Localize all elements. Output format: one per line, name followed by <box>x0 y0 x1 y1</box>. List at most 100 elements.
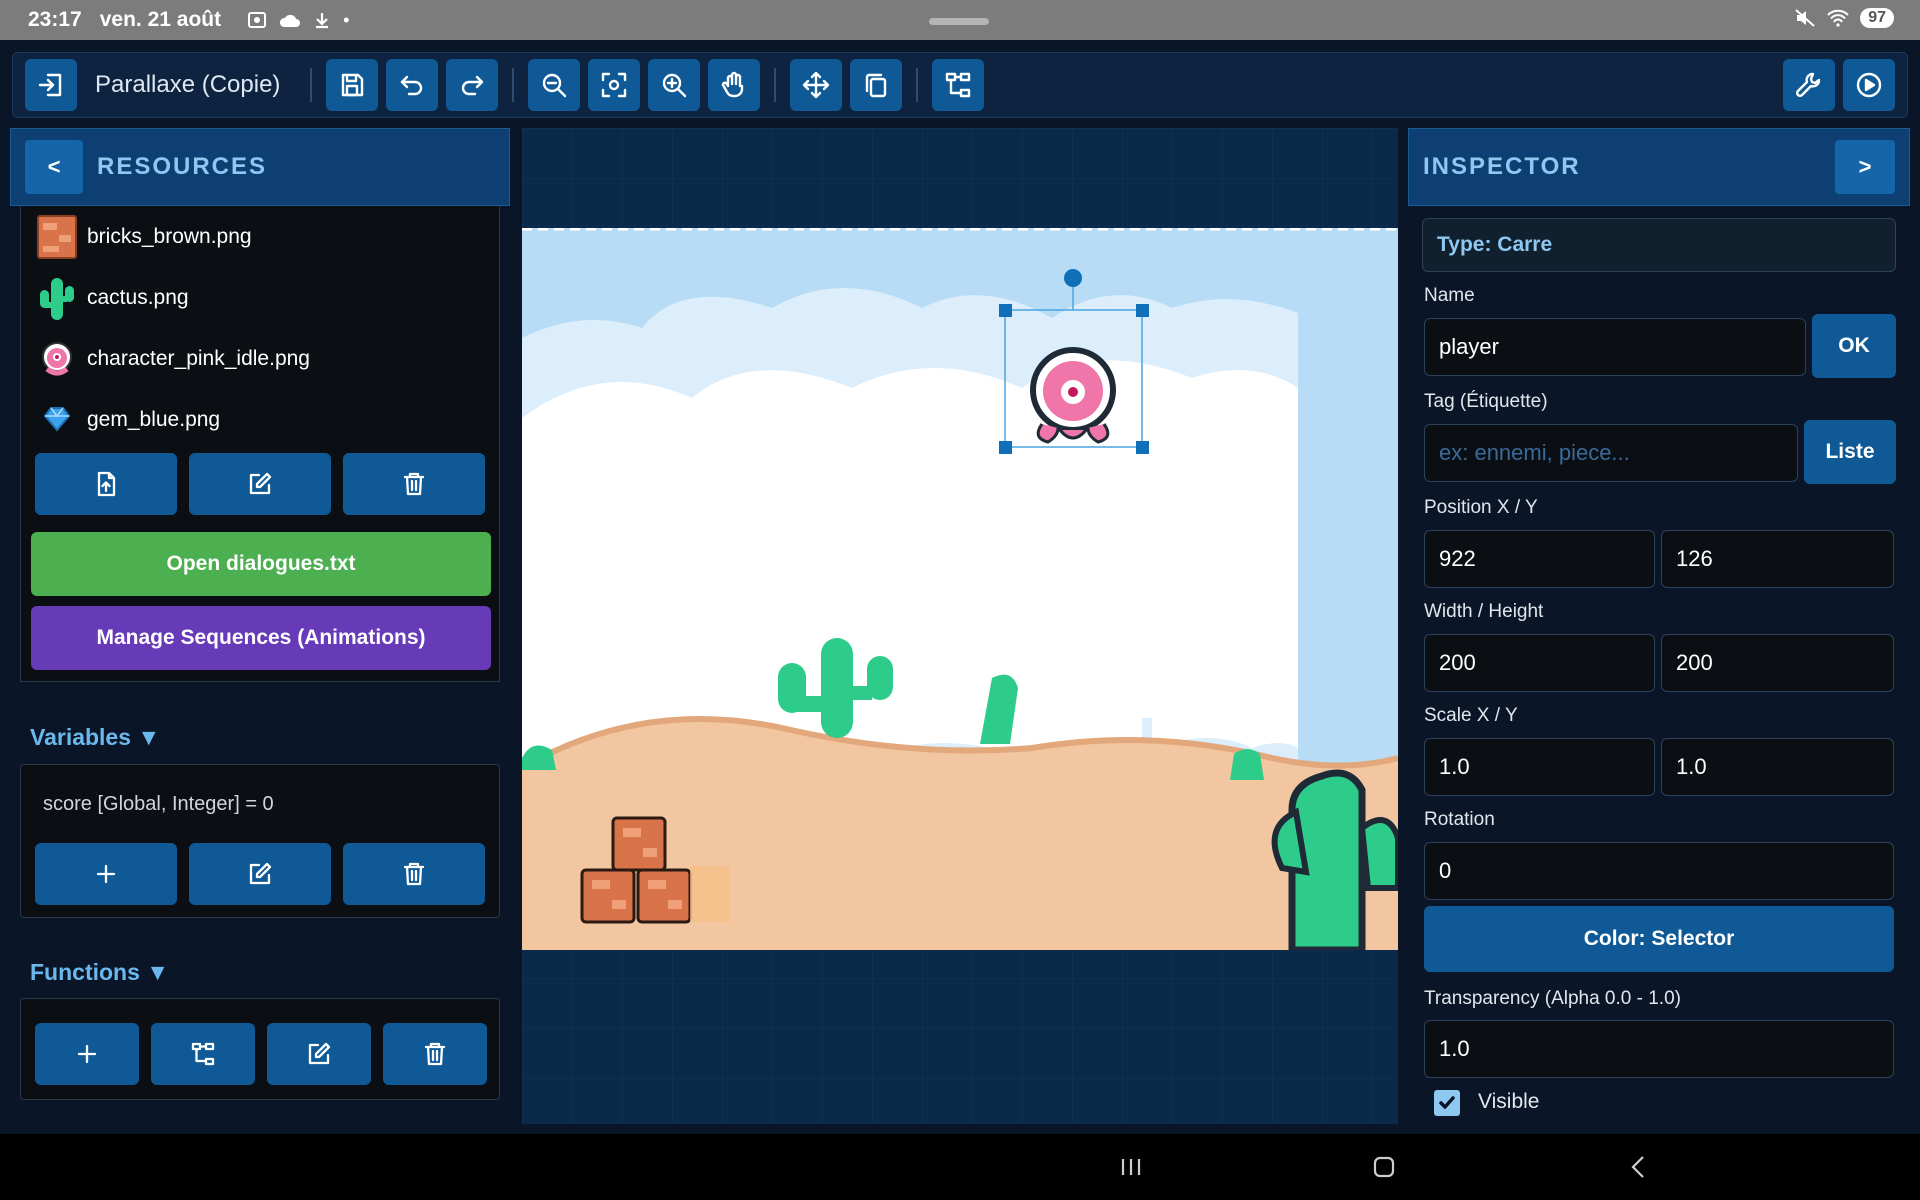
resource-item[interactable]: bricks_brown.png <box>21 206 499 267</box>
resources-panel: < RESOURCES bricks_brown.png cactus.png … <box>10 128 510 1124</box>
plus-icon <box>96 864 116 884</box>
redo-button[interactable] <box>446 59 499 111</box>
scale-y-field[interactable]: 1.0 <box>1661 738 1894 796</box>
name-field[interactable]: player <box>1424 318 1806 376</box>
tag-field[interactable]: ex: ennemi, piece... <box>1424 424 1798 482</box>
zoom-out-button[interactable] <box>528 59 581 111</box>
exit-button[interactable] <box>25 59 77 111</box>
toolbar-divider <box>916 68 919 102</box>
status-notification-icons: • <box>247 10 349 31</box>
status-date: ven. 21 août <box>99 8 222 31</box>
delete-resource-button[interactable] <box>343 453 485 515</box>
bricks-thumbnail-icon <box>37 214 77 259</box>
resize-handle-bottom-right[interactable] <box>1136 441 1149 454</box>
manage-sequences-button[interactable]: Manage Sequences (Animations) <box>31 606 491 670</box>
settings-button[interactable] <box>1783 59 1835 111</box>
hierarchy-button[interactable] <box>932 59 985 111</box>
resource-item[interactable]: cactus.png <box>21 267 499 328</box>
gem-thumbnail-icon <box>37 398 77 442</box>
import-resource-button[interactable] <box>35 453 177 515</box>
hierarchy-icon <box>191 1042 215 1066</box>
variable-actions <box>35 843 485 905</box>
name-ok-button[interactable]: OK <box>1812 314 1896 378</box>
editor-toolbar: Parallaxe (Copie) <box>12 52 1908 118</box>
resource-item[interactable]: character_pink_idle.png <box>21 328 499 389</box>
edit-resource-button[interactable] <box>189 453 331 515</box>
name-label: Name <box>1424 285 1475 306</box>
play-button[interactable] <box>1843 59 1895 111</box>
functions-box <box>20 998 500 1100</box>
width-field[interactable]: 200 <box>1424 634 1655 692</box>
delete-function-button[interactable] <box>383 1023 487 1085</box>
color-selector-button[interactable]: Color: Selector <box>1424 906 1894 972</box>
redo-icon <box>462 75 484 96</box>
drag-handle[interactable] <box>929 18 989 25</box>
trash-icon <box>403 862 425 886</box>
zoom-in-button[interactable] <box>648 59 701 111</box>
visible-label: Visible <box>1478 1090 1540 1113</box>
move-icon <box>803 71 830 99</box>
resources-list-box: bricks_brown.png cactus.png character_pi… <box>20 206 500 682</box>
tag-list-button[interactable]: Liste <box>1804 420 1896 484</box>
move-button[interactable] <box>790 59 843 111</box>
open-dialogues-button[interactable]: Open dialogues.txt <box>31 532 491 596</box>
player-sprite[interactable] <box>1030 347 1116 444</box>
edit-variable-button[interactable] <box>189 843 331 905</box>
recent-apps-button[interactable] <box>1117 1153 1145 1181</box>
resize-handle-bottom-left[interactable] <box>999 441 1012 454</box>
download-icon <box>316 13 329 29</box>
character-thumbnail-icon <box>37 337 77 381</box>
resize-handle-top-right[interactable] <box>1136 304 1149 317</box>
resources-title: RESOURCES <box>97 153 268 180</box>
back-button[interactable] <box>1625 1153 1653 1181</box>
inspector-title: INSPECTOR <box>1423 153 1581 180</box>
undo-button[interactable] <box>386 59 439 111</box>
rotation-label: Rotation <box>1424 809 1495 830</box>
scene-canvas[interactable] <box>522 128 1398 1124</box>
duplicate-button[interactable] <box>850 59 903 111</box>
function-graph-button[interactable] <box>151 1023 255 1085</box>
zoom-out-icon <box>543 73 567 98</box>
variable-item[interactable]: score [Global, Integer] = 0 <box>21 765 499 816</box>
zoom-fit-button[interactable] <box>588 59 641 111</box>
function-actions <box>35 1023 487 1085</box>
resize-handle-top-left[interactable] <box>999 304 1012 317</box>
project-title: Parallaxe (Copie) <box>95 71 281 98</box>
pan-button[interactable] <box>708 59 761 111</box>
resources-header: < RESOURCES <box>10 128 510 206</box>
game-scene[interactable] <box>522 228 1398 950</box>
rotation-handle[interactable] <box>1064 269 1082 287</box>
functions-section-title[interactable]: Functions ▼ <box>30 959 169 986</box>
delete-variable-button[interactable] <box>343 843 485 905</box>
dot-icon: • <box>343 9 350 30</box>
visible-checkbox[interactable] <box>1434 1090 1460 1116</box>
size-label: Width / Height <box>1424 601 1544 622</box>
height-field[interactable]: 200 <box>1661 634 1894 692</box>
exit-icon <box>38 73 62 97</box>
edit-icon <box>308 1042 331 1065</box>
add-variable-button[interactable] <box>35 843 177 905</box>
edit-function-button[interactable] <box>267 1023 371 1085</box>
position-y-field[interactable]: 126 <box>1661 530 1894 588</box>
scale-x-field[interactable]: 1.0 <box>1424 738 1655 796</box>
rotation-field[interactable]: 0 <box>1424 842 1894 900</box>
recent-apps-icon <box>1121 1159 1141 1175</box>
check-icon <box>1439 1096 1455 1109</box>
tag-label: Tag (Étiquette) <box>1424 391 1548 412</box>
collapse-inspector-button[interactable]: > <box>1835 140 1895 194</box>
resource-actions <box>35 453 485 515</box>
add-function-button[interactable] <box>35 1023 139 1085</box>
home-button[interactable] <box>1370 1153 1398 1181</box>
pan-hand-icon <box>722 71 744 98</box>
variables-section-title[interactable]: Variables ▼ <box>30 724 160 751</box>
resource-name: cactus.png <box>87 285 189 309</box>
edit-icon <box>249 862 272 885</box>
resource-item[interactable]: gem_blue.png <box>21 389 499 450</box>
save-button[interactable] <box>326 59 379 111</box>
alpha-field[interactable]: 1.0 <box>1424 1020 1894 1078</box>
position-x-field[interactable]: 922 <box>1424 530 1655 588</box>
play-icon <box>1856 72 1882 98</box>
toolbar-divider <box>774 68 777 102</box>
collapse-resources-button[interactable]: < <box>25 140 83 194</box>
inspector-panel: INSPECTOR > Type: Carre Name player OK T… <box>1408 128 1910 1124</box>
